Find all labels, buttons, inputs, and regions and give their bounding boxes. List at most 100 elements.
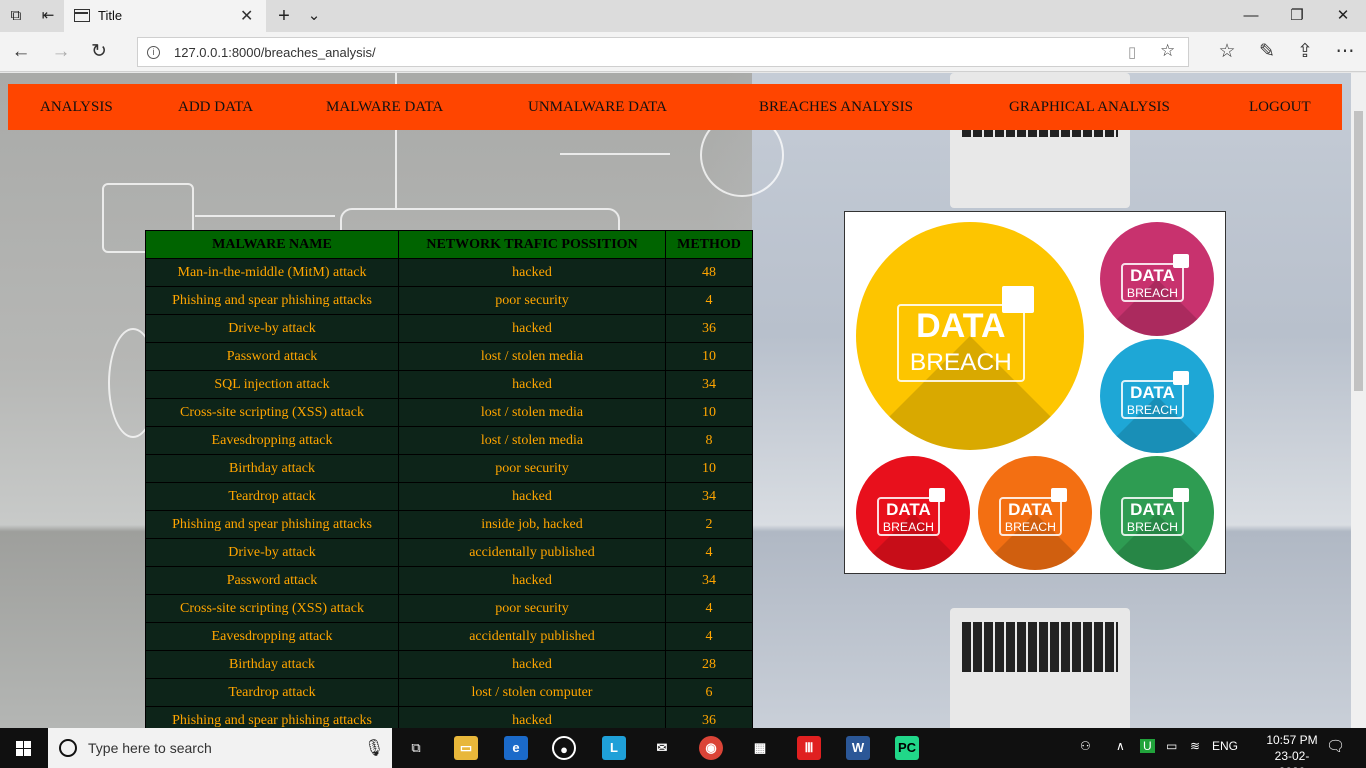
tab-list-chevron-icon[interactable]: ⌄: [300, 4, 328, 28]
mail-icon[interactable]: ✉: [650, 736, 674, 760]
scrollbar-thumb[interactable]: [1354, 111, 1363, 391]
clock[interactable]: 10:57 PM 23-02-2020: [1262, 732, 1322, 768]
traffic-position-cell: hacked: [398, 706, 666, 728]
favorite-star-icon[interactable]: ☆: [1160, 41, 1175, 61]
badge-line2: BREACH: [1126, 285, 1178, 300]
search-placeholder: Type here to search: [88, 740, 212, 756]
refresh-icon[interactable]: ↻: [86, 40, 112, 64]
badge-label: DATA BREACH: [1120, 497, 1185, 536]
badge-label: DATA BREACH: [998, 497, 1063, 536]
reading-view-icon[interactable]: ▯: [1128, 43, 1136, 61]
open-lock-icon: [1172, 487, 1189, 502]
favorites-icon[interactable]: ☆: [1214, 40, 1240, 64]
menu-analysis[interactable]: ANALYSIS: [40, 99, 113, 116]
people-icon[interactable]: ⚇: [1080, 739, 1091, 753]
malware-name-cell: Password attack: [145, 566, 399, 595]
malware-name-cell: Eavesdropping attack: [145, 426, 399, 455]
menu-add-data[interactable]: ADD DATA: [178, 99, 253, 116]
method-cell: 34: [665, 370, 753, 399]
tray-app-icon[interactable]: U: [1140, 739, 1155, 753]
data-breach-image: DATA BREACH DATA BREACH DATA BREACH DATA BREACH…: [844, 211, 1226, 574]
minimize-icon[interactable]: —: [1228, 4, 1274, 28]
edge-icon[interactable]: e: [504, 736, 528, 760]
malware-name-cell: Drive-by attack: [145, 314, 399, 343]
badge-line1: DATA: [1130, 265, 1175, 285]
info-icon[interactable]: i: [147, 46, 160, 59]
taskbar-search-box[interactable]: Type here to search 🎙: [48, 728, 392, 768]
traffic-position-cell: poor security: [398, 594, 666, 623]
restore-icon[interactable]: ❐: [1274, 4, 1320, 28]
more-icon[interactable]: ⋯: [1332, 40, 1358, 64]
menu-logout[interactable]: LOGOUT: [1249, 99, 1311, 116]
back-icon[interactable]: ←: [8, 40, 34, 64]
column-header: MALWARE NAME: [145, 230, 399, 259]
badge-line1: DATA: [1130, 499, 1175, 519]
table-body: Man-in-the-middle (MitM) attack hacked 48 P…: [145, 258, 753, 728]
wifi-icon[interactable]: ≋: [1190, 739, 1200, 753]
table-row: SQL injection attack hacked 34: [145, 370, 753, 399]
start-button[interactable]: [0, 728, 48, 768]
badge-line2: BREACH: [882, 519, 934, 534]
close-tab-icon[interactable]: ✕: [240, 6, 253, 26]
table-row: Drive-by attack hacked 36: [145, 314, 753, 343]
pycharm-icon[interactable]: PC: [895, 736, 919, 760]
store-icon[interactable]: ▦: [748, 736, 772, 760]
table-row: Teardrop attack lost / stolen computer 6: [145, 678, 753, 707]
battery-icon[interactable]: ▭: [1166, 739, 1177, 753]
action-center-icon[interactable]: 🗨: [1326, 737, 1345, 755]
file-explorer-icon[interactable]: ▭: [454, 736, 478, 760]
app-l-icon[interactable]: L: [602, 736, 626, 760]
traffic-position-cell: hacked: [398, 370, 666, 399]
chrome-icon[interactable]: ◉: [699, 736, 723, 760]
data-breach-badge: DATA BREACH: [978, 456, 1092, 570]
badge-line2: BREACH: [1126, 519, 1178, 534]
menu-graphical-analysis[interactable]: GRAPHICAL ANALYSIS: [1009, 99, 1170, 116]
data-breach-badge: DATA BREACH: [856, 456, 970, 570]
decoration: [195, 215, 335, 217]
page-scrollbar[interactable]: [1351, 73, 1366, 728]
table-row: Phishing and spear phishing attacks poor …: [145, 286, 753, 315]
table-row: Cross-site scripting (XSS) attack poor se…: [145, 594, 753, 623]
forward-icon[interactable]: →: [48, 40, 74, 64]
malware-name-cell: Teardrop attack: [145, 482, 399, 511]
method-cell: 6: [665, 678, 753, 707]
task-view-icon[interactable]: ⧉: [404, 736, 428, 760]
malware-name-cell: Phishing and spear phishing attacks: [145, 706, 399, 728]
browser-tab[interactable]: Title ✕: [64, 0, 266, 32]
media-icon[interactable]: ●: [552, 736, 576, 760]
data-breach-badge: DATA BREACH: [1100, 456, 1214, 570]
badge-line1: DATA: [886, 499, 931, 519]
address-bar[interactable]: i 127.0.0.1:8000/breaches_analysis/ ▯ ☆: [137, 37, 1189, 67]
traffic-position-cell: poor security: [398, 286, 666, 315]
table-row: Phishing and spear phishing attacks insid…: [145, 510, 753, 539]
tab-actions-icon[interactable]: ⧉: [2, 4, 30, 28]
malware-name-cell: Teardrop attack: [145, 678, 399, 707]
page-content: ANALYSIS ADD DATA MALWARE DATA UNMALWARE…: [0, 73, 1351, 728]
new-tab-icon[interactable]: +: [270, 4, 298, 28]
cortana-icon: [59, 739, 77, 757]
menu-breaches-analysis[interactable]: BREACHES ANALYSIS: [759, 99, 913, 116]
menu-malware-data[interactable]: MALWARE DATA: [326, 99, 443, 116]
method-cell: 34: [665, 566, 753, 595]
close-window-icon[interactable]: ✕: [1320, 4, 1366, 28]
set-aside-tabs-icon[interactable]: ⇤: [34, 4, 62, 28]
data-breach-badge: DATA BREACH: [1100, 222, 1214, 336]
traffic-position-cell: hacked: [398, 482, 666, 511]
pen-icon[interactable]: ✎: [1254, 40, 1280, 64]
table-row: Eavesdropping attack accidentally publish…: [145, 622, 753, 651]
badge-line1: DATA: [1008, 499, 1053, 519]
app-red-icon[interactable]: Ⅲ: [797, 736, 821, 760]
show-hidden-icons-chevron-icon[interactable]: ∧: [1116, 739, 1125, 753]
table-row: Man-in-the-middle (MitM) attack hacked 48: [145, 258, 753, 287]
language-indicator[interactable]: ENG: [1212, 739, 1238, 753]
data-breach-badge: DATA BREACH: [856, 222, 1084, 450]
clock-time: 10:57 PM: [1266, 733, 1318, 747]
share-icon[interactable]: ⇪: [1292, 40, 1318, 64]
browser-toolbar: ← → ↻ i 127.0.0.1:8000/breaches_analysis…: [0, 32, 1366, 72]
badge-label: DATA BREACH: [1120, 263, 1185, 302]
microphone-icon[interactable]: 🎙: [364, 738, 384, 758]
open-lock-icon: [1050, 487, 1067, 502]
table-row: Birthday attack poor security 10: [145, 454, 753, 483]
word-icon[interactable]: W: [846, 736, 870, 760]
menu-unmalware-data[interactable]: UNMALWARE DATA: [528, 99, 667, 116]
